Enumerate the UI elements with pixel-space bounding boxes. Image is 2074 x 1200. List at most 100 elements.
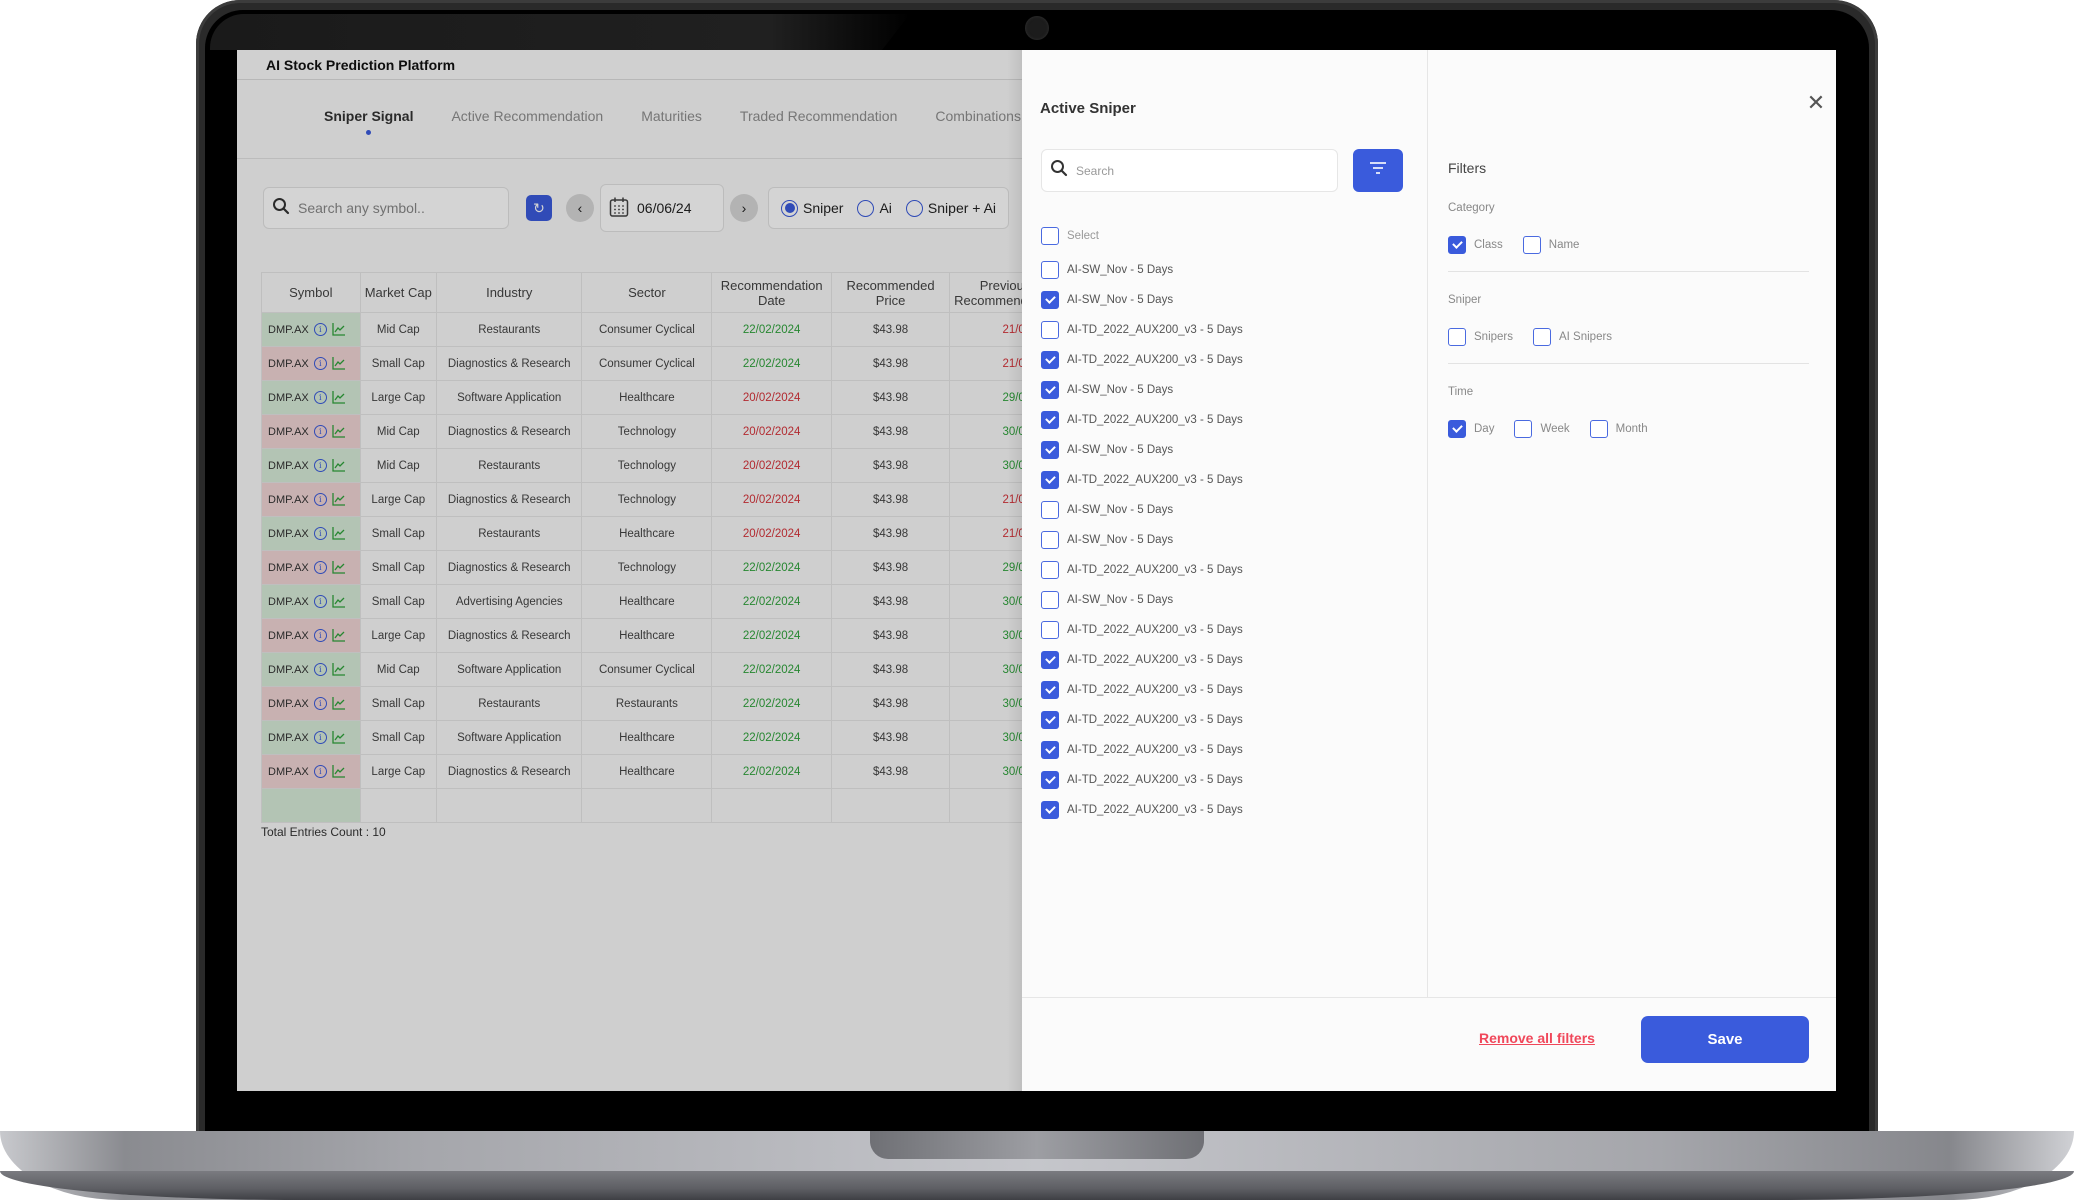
sniper-list-item[interactable]: AI-SW_Nov - 5 Days (1041, 525, 1243, 555)
sniper-item-label: AI-TD_2022_AUX200_v3 - 5 Days (1067, 684, 1243, 696)
webcam-icon (1025, 16, 1049, 40)
sniper-list-item[interactable]: AI-TD_2022_AUX200_v3 - 5 Days (1041, 675, 1243, 705)
filter-option-label: Class (1474, 239, 1503, 251)
filter-options: Class Name (1448, 236, 1809, 254)
filter-divider (1448, 271, 1809, 272)
sniper-checkbox[interactable] (1041, 771, 1059, 789)
remove-all-filters-link[interactable]: Remove all filters (1479, 1030, 1595, 1046)
save-button[interactable]: Save (1641, 1016, 1809, 1063)
sniper-checkbox[interactable] (1041, 411, 1059, 429)
sniper-item-label: AI-TD_2022_AUX200_v3 - 5 Days (1067, 804, 1243, 816)
screen: AI Stock Prediction Platform Sniper Sign… (237, 50, 1836, 1091)
filter-option-day[interactable]: Day (1448, 420, 1494, 438)
filter-checkbox[interactable] (1589, 420, 1608, 438)
filter-checkbox[interactable] (1448, 420, 1466, 438)
sniper-checkbox[interactable] (1041, 681, 1059, 699)
filter-checkbox[interactable] (1522, 236, 1541, 254)
sniper-list: Select AI-SW_Nov - 5 Days AI-SW_Nov - 5 D… (1041, 221, 1243, 825)
filter-group-label: Time (1448, 386, 1474, 398)
filter-checkbox[interactable] (1448, 328, 1466, 346)
sniper-list-item[interactable]: AI-SW_Nov - 5 Days (1041, 255, 1243, 285)
filter-option-label: AI Snipers (1559, 331, 1613, 343)
bezel-reflection (210, 14, 910, 50)
sniper-list-item[interactable]: AI-TD_2022_AUX200_v3 - 5 Days (1041, 735, 1243, 765)
filter-option-ai-snipers[interactable]: AI Snipers (1533, 328, 1612, 346)
close-button[interactable]: ✕ (1805, 92, 1827, 114)
sniper-list-item[interactable]: AI-SW_Nov - 5 Days (1041, 495, 1243, 525)
sniper-checkbox[interactable] (1041, 441, 1059, 459)
sniper-checkbox[interactable] (1041, 351, 1059, 369)
select-all-checkbox[interactable] (1041, 227, 1059, 245)
sniper-list-item[interactable]: AI-TD_2022_AUX200_v3 - 5 Days (1041, 705, 1243, 735)
filter-group-sniper: Sniper Snipers AI Snipers (1448, 294, 1809, 364)
filter-group-label: Category (1448, 202, 1495, 214)
filter-options: Day Week Month (1448, 420, 1809, 438)
select-all-label: Select (1067, 230, 1099, 242)
sniper-checkbox[interactable] (1041, 591, 1059, 609)
sniper-search-input[interactable] (1076, 163, 1316, 178)
filter-group-category: Category Class Name (1448, 202, 1809, 272)
sniper-checkbox[interactable] (1041, 261, 1059, 279)
filter-options: Snipers AI Snipers (1448, 328, 1809, 346)
filter-checkbox[interactable] (1514, 420, 1533, 438)
filter-drawer: Active Sniper Select AI-SW_Nov - 5 DaysA… (1022, 50, 1836, 1091)
modal-backdrop[interactable] (237, 50, 1022, 1091)
sniper-checkbox[interactable] (1041, 531, 1059, 549)
filter-divider (1448, 363, 1809, 364)
sniper-search-box (1041, 149, 1338, 192)
sniper-item-label: AI-TD_2022_AUX200_v3 - 5 Days (1067, 654, 1243, 666)
filter-option-month[interactable]: Month (1589, 420, 1648, 438)
sniper-item-label: AI-TD_2022_AUX200_v3 - 5 Days (1067, 624, 1243, 636)
sniper-item-label: AI-SW_Nov - 5 Days (1067, 594, 1174, 606)
sniper-item-label: AI-TD_2022_AUX200_v3 - 5 Days (1067, 324, 1243, 336)
filter-option-label: Week (1540, 423, 1570, 435)
sniper-list-item[interactable]: AI-TD_2022_AUX200_v3 - 5 Days (1041, 465, 1243, 495)
sniper-checkbox[interactable] (1041, 621, 1059, 639)
sniper-checkbox[interactable] (1041, 741, 1059, 759)
sniper-item-label: AI-SW_Nov - 5 Days (1067, 294, 1174, 306)
filter-checkbox[interactable] (1533, 328, 1551, 346)
sniper-list-item[interactable]: AI-SW_Nov - 5 Days (1041, 285, 1243, 315)
sniper-list-item[interactable]: AI-SW_Nov - 5 Days (1041, 435, 1243, 465)
sniper-checkbox[interactable] (1041, 711, 1059, 729)
search-icon (1050, 159, 1068, 182)
sniper-item-label: AI-SW_Nov - 5 Days (1067, 534, 1174, 546)
sniper-item-label: AI-TD_2022_AUX200_v3 - 5 Days (1067, 744, 1243, 756)
sniper-item-label: AI-TD_2022_AUX200_v3 - 5 Days (1067, 564, 1243, 576)
sniper-checkbox[interactable] (1041, 561, 1059, 579)
drawer-shadow (1007, 50, 1022, 1091)
sniper-list-item[interactable]: AI-TD_2022_AUX200_v3 - 5 Days (1041, 765, 1243, 795)
sniper-list-item[interactable]: AI-TD_2022_AUX200_v3 - 5 Days (1041, 615, 1243, 645)
sniper-list-item[interactable]: AI-TD_2022_AUX200_v3 - 5 Days (1041, 795, 1243, 825)
sniper-list-item[interactable]: AI-TD_2022_AUX200_v3 - 5 Days (1041, 645, 1243, 675)
active-sniper-panel: Active Sniper Select AI-SW_Nov - 5 DaysA… (1022, 50, 1428, 997)
sniper-list-item[interactable]: AI-TD_2022_AUX200_v3 - 5 Days (1041, 315, 1243, 345)
filter-option-class[interactable]: Class (1448, 236, 1503, 254)
sniper-checkbox[interactable] (1041, 291, 1059, 309)
filter-group-time: Time Day Week Month (1448, 386, 1809, 438)
filter-icon (1369, 161, 1387, 180)
filter-option-snipers[interactable]: Snipers (1448, 328, 1513, 346)
select-all-checkbox-row[interactable]: Select (1041, 221, 1243, 251)
sniper-checkbox[interactable] (1041, 501, 1059, 519)
filter-option-label: Name (1548, 239, 1580, 251)
drawer-footer: Remove all filters Save (1022, 997, 1836, 1091)
sniper-item-label: AI-SW_Nov - 5 Days (1067, 504, 1174, 516)
filter-button[interactable] (1353, 149, 1403, 192)
filters-title: Filters (1448, 160, 1487, 176)
sniper-list-item[interactable]: AI-TD_2022_AUX200_v3 - 5 Days (1041, 405, 1243, 435)
sniper-list-item[interactable]: AI-SW_Nov - 5 Days (1041, 375, 1243, 405)
filter-option-week[interactable]: Week (1514, 420, 1570, 438)
sniper-checkbox[interactable] (1041, 651, 1059, 669)
sniper-list-item[interactable]: AI-TD_2022_AUX200_v3 - 5 Days (1041, 345, 1243, 375)
sniper-list-item[interactable]: AI-SW_Nov - 5 Days (1041, 585, 1243, 615)
filter-checkbox[interactable] (1448, 236, 1466, 254)
sniper-checkbox[interactable] (1041, 321, 1059, 339)
filter-option-name[interactable]: Name (1522, 236, 1580, 254)
sniper-item-label: AI-SW_Nov - 5 Days (1067, 264, 1174, 276)
sniper-checkbox[interactable] (1041, 381, 1059, 399)
sniper-checkbox[interactable] (1041, 801, 1059, 819)
sniper-item-label: AI-SW_Nov - 5 Days (1067, 384, 1174, 396)
sniper-list-item[interactable]: AI-TD_2022_AUX200_v3 - 5 Days (1041, 555, 1243, 585)
sniper-checkbox[interactable] (1041, 471, 1059, 489)
